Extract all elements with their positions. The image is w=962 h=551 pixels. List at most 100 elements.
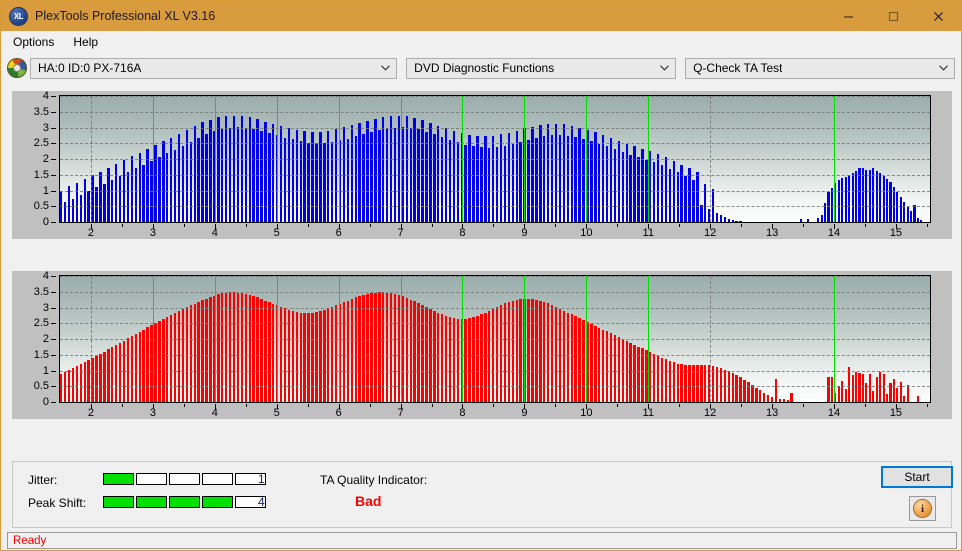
chart-pit-bar [837,180,840,222]
chart-pit-bar [118,176,122,222]
info-button[interactable]: i [909,496,936,521]
chart-pit-bar [558,135,562,222]
chart-land-bar [311,312,314,402]
test-select-value: Q-Check TA Test [693,61,783,75]
chart-land-bar [875,377,878,402]
chart-pit-bar [260,130,263,222]
chart-land-bar [605,331,609,402]
chart-land-bar [464,318,467,402]
chart-pit-marker-line [586,96,588,222]
chart-land-bar [480,314,483,402]
chart-land-x-tick-mark [307,404,309,407]
chart-pit-bar [79,194,83,222]
status-text: Ready [13,534,47,547]
chart-pit-marker-line [834,96,836,222]
chart-land-bar [609,333,613,402]
maximize-button[interactable] [871,1,916,31]
chart-pit-bar [903,201,906,222]
chart-land-x-tick-mark [431,404,433,407]
chart-pit-bar [543,136,546,222]
chart-land-x-tick-mark [803,404,805,407]
jitter-meter [103,473,266,485]
chart-pit-x-tick-mark [926,224,928,227]
chart-pit-bar [425,131,428,222]
chart-pit-x-tick-mark [864,224,866,227]
chart-land-bar [594,325,597,402]
peak-shift-cell [103,496,134,508]
menu-item-help[interactable]: Help [69,33,107,51]
chart-pit-marker-line [276,96,278,222]
drive-select[interactable]: HA:0 ID:0 PX-716A [30,57,398,79]
chart-land-marker-line [524,276,526,402]
disc-icon [7,58,27,78]
chart-pit-bar [142,164,145,222]
chart-pit-bar [566,135,570,222]
chart-pit-gridline-h [60,127,930,129]
toolbar: HA:0 ID:0 PX-716A DVD Diagnostic Functio… [1,53,961,83]
chart-pit-x-tick-mark [183,224,185,227]
chart-land-bar [562,310,566,402]
chart-pit-bar [696,172,699,222]
chart-land-bar [841,380,844,402]
chart-land-bar [291,310,295,402]
test-select[interactable]: Q-Check TA Test [685,57,955,79]
menu-item-options[interactable]: Options [9,33,63,51]
chart-pit-bar [327,130,330,222]
chart-land-y-tick-mark [51,386,56,388]
chart-pit-bar [205,134,208,222]
chart-pit-bar [138,152,141,222]
chart-pit-marker-line [400,96,402,222]
chart-pit-bar [315,143,318,222]
chart-pit-bar [272,123,275,222]
chart-land-plot [59,275,931,403]
chart-pit-bar [154,144,157,222]
chart-pit-bar [598,143,601,222]
chart-land-gridline-h [60,323,930,325]
chart-pit-x-tick-label: 15 [889,227,903,239]
chart-land-y-tick-mark [51,370,56,372]
chart-land-bar [848,366,851,402]
chart-pit-bar [75,182,79,222]
chart-land-y-tick-label: 3.5 [33,285,49,298]
minimize-button[interactable] [826,1,871,31]
chart-land-marker-line [338,276,340,402]
start-button[interactable]: Start [881,466,953,488]
chart-land-bar [755,387,758,402]
chart-land-bar [743,379,746,402]
chart-pit-bar [715,212,719,222]
close-button[interactable] [916,1,961,31]
chart-pit-bar [350,124,354,222]
chart-pit-bar [868,170,871,222]
chart-pit-bar [71,198,75,222]
chart-land-bar [641,348,644,402]
chart-pit-bar [844,176,847,222]
chart-land-bar [193,303,196,402]
chart-land-y-tick-label: 2.5 [33,317,49,330]
chart-land-y-tick-label: 3 [42,301,49,314]
chart-pit-x-tick-mark [617,224,619,227]
chart-pit-bar [166,153,169,222]
chart-land-x-tick-label: 4 [211,407,218,419]
chart-pit-bar [476,136,479,222]
chart-pit-x-tick-label: 14 [827,227,841,239]
chart-land-bar [770,396,774,402]
chart-land-bar [566,312,570,402]
chart-land-x-tick-label: 3 [149,407,156,419]
chart-land-marker-line [214,276,216,402]
chart-land-bar [582,320,585,402]
chart-land-bar [99,353,102,402]
chart-pit-bar [656,153,660,222]
peak-shift-value: 4 [258,495,265,509]
function-select[interactable]: DVD Diagnostic Functions [406,57,677,79]
chart-land-bar [645,350,648,402]
chart-land-y-axis: 0 0.5 1 1.5 2 2.5 3 3.5 4 [12,270,57,408]
chart-land-y-tick-label: 4 [42,270,49,282]
chart-land-bar [629,342,632,402]
chart-land-bar [107,349,110,402]
chart-pit-bar [617,140,621,222]
chart-land-bar [87,360,90,402]
chart-pit-bar [865,169,868,222]
chart-pit-marker-line [524,96,526,222]
chart-pit-y-tick-mark [51,159,56,160]
chart-land-bar [578,318,581,402]
